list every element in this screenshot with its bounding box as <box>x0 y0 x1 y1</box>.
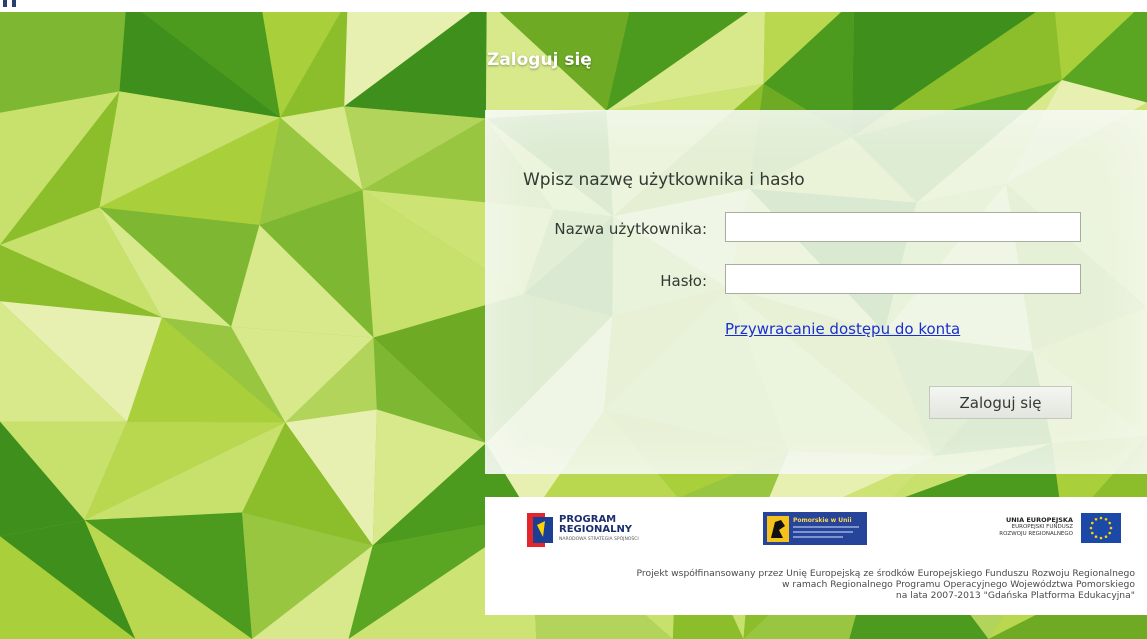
pomorskie-label: Pomorskie w Unii <box>793 517 852 524</box>
funding-line-1: Projekt współfinansowany przez Unię Euro… <box>636 568 1135 579</box>
password-input[interactable] <box>725 264 1081 294</box>
logo-mark-icon <box>0 0 24 8</box>
griffin-crest-icon <box>767 516 789 542</box>
funding-line-3: na lata 2007-2013 "Gdańska Platforma Edu… <box>895 590 1135 601</box>
funding-line-2: w ramach Regionalnego Programu Operacyjn… <box>782 579 1135 590</box>
eu-flag-icon <box>1081 513 1121 543</box>
program-regionalny-logo-icon <box>527 513 553 547</box>
login-button[interactable]: Zaloguj się <box>929 386 1072 419</box>
password-label: Hasło: <box>660 272 707 290</box>
eu-logo: UNIA EUROPEJSKA EUROPEJSKI FUNDUSZ ROZWO… <box>955 511 1135 551</box>
login-title: Zaloguj się <box>487 50 592 70</box>
recover-account-link[interactable]: Przywracanie dostępu do konta <box>725 320 960 338</box>
program-regionalny-logo: PROGRAM REGIONALNY NARODOWA STRATEGIA SP… <box>525 511 675 551</box>
pomorskie-logo: Pomorskie w Unii <box>763 512 867 545</box>
strategia-label: NARODOWA STRATEGIA SPÓJNOŚCI <box>559 537 639 542</box>
funding-statement: Projekt współfinansowany przez Unię Euro… <box>515 568 1135 601</box>
eu-funding-footer: PROGRAM REGIONALNY NARODOWA STRATEGIA SP… <box>485 497 1147 615</box>
login-panel: Wpisz nazwę użytkownika i hasło Nazwa uż… <box>485 110 1147 474</box>
login-page: Zaloguj się Wpisz nazwę użytkownika i ha… <box>0 0 1147 639</box>
username-label: Nazwa użytkownika: <box>554 220 707 238</box>
eu-label: UNIA EUROPEJSKA <box>1005 516 1073 524</box>
username-input[interactable] <box>725 212 1081 242</box>
eu-fund-label: EUROPEJSKI FUNDUSZ <box>1011 524 1073 530</box>
eu-regional-label: ROZWOJU REGIONALNEGO <box>999 531 1073 537</box>
login-heading: Wpisz nazwę użytkownika i hasło <box>523 170 805 190</box>
regionalny-label: REGIONALNY <box>559 524 633 535</box>
top-bar <box>0 0 1147 12</box>
